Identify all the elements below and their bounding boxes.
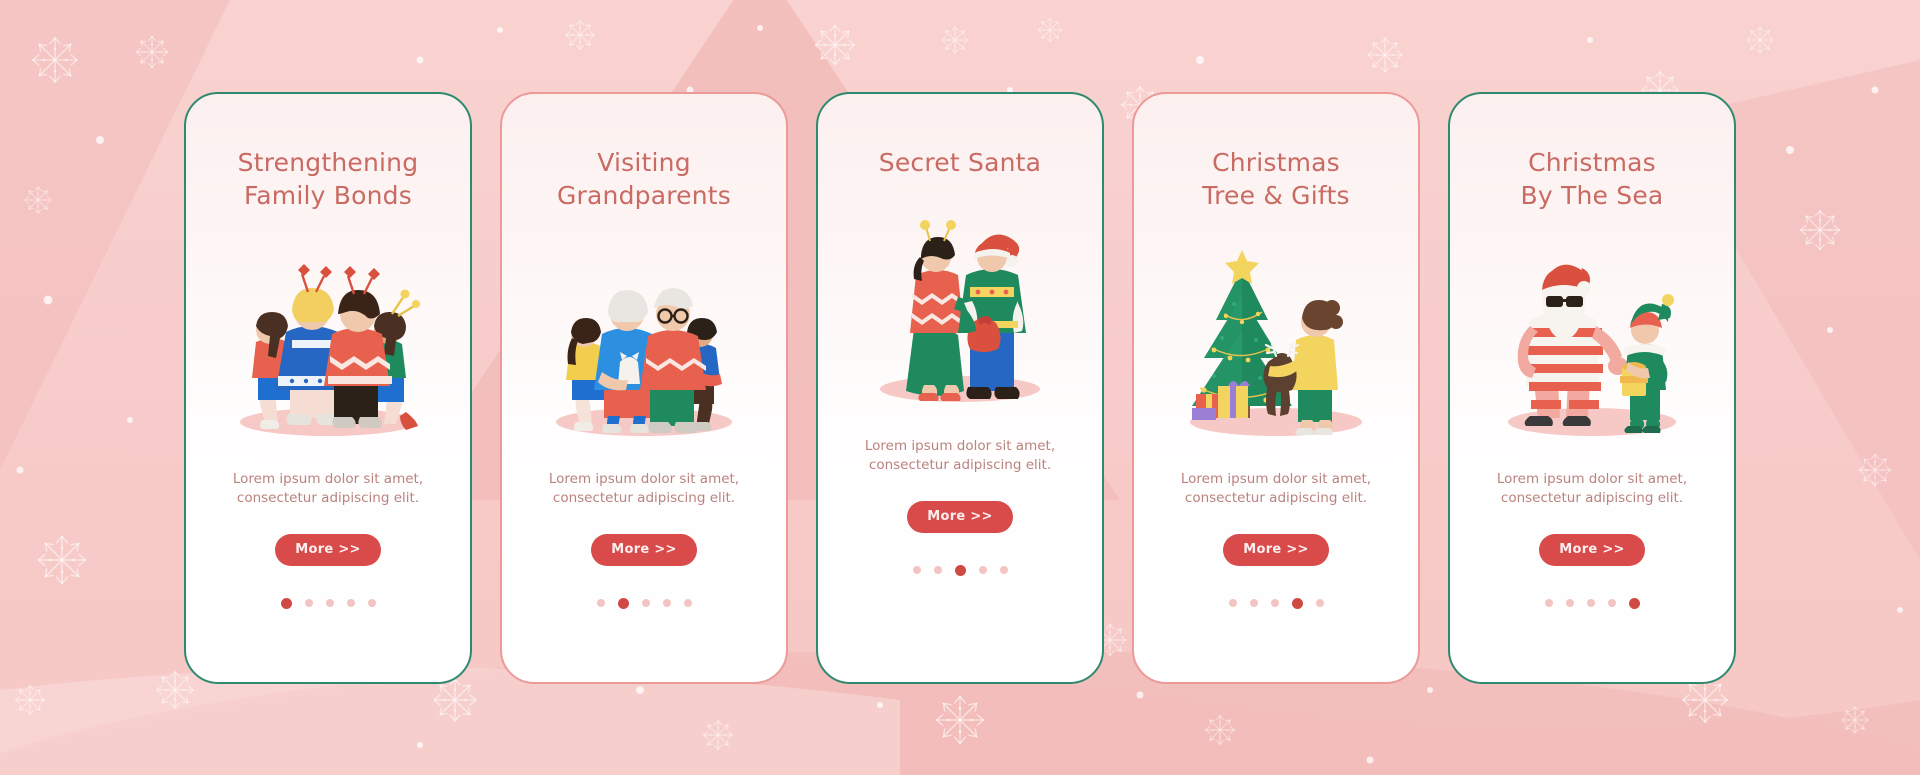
christmas-tree-gifts-illustration	[1142, 226, 1410, 444]
pagination-dot[interactable]	[1586, 599, 1595, 607]
pagination-dot[interactable]	[1249, 599, 1258, 607]
onboarding-card-christmas-by-the-sea[interactable]: Christmas By The Sea Lorem ipsum dolor s…	[1448, 91, 1736, 684]
onboarding-card-visiting-grandparents[interactable]: Visiting Grandparents Lorem ipsum dolor …	[500, 91, 788, 684]
pagination-dot[interactable]	[954, 564, 966, 576]
card-title-line-1: Strengthening	[237, 147, 419, 177]
card-description-line-2: consectetur adipiscing elit.	[236, 489, 420, 506]
card-description: Lorem ipsum dolor sit amet, consectetur …	[840, 437, 1080, 475]
pagination-dot[interactable]	[978, 566, 987, 574]
card-title-line-2: Tree & Gifts	[1202, 180, 1350, 210]
grandparents-hug-illustration	[510, 226, 778, 444]
onboarding-card-list: Strengthening Family Bonds Lorem ipsum d…	[0, 0, 1920, 775]
card-description-line-1: Lorem ipsum dolor sit amet,	[232, 470, 424, 487]
pagination-dot[interactable]	[999, 566, 1008, 574]
pagination-dot[interactable]	[1270, 599, 1279, 607]
card-title: Visiting Grandparents	[519, 146, 769, 212]
pagination-dot[interactable]	[912, 566, 921, 574]
pagination-dot[interactable]	[1544, 599, 1553, 607]
card-description-line-2: consectetur adipiscing elit.	[1500, 489, 1684, 506]
pagination-dot[interactable]	[1628, 597, 1640, 609]
more-button[interactable]: More >>	[1539, 533, 1645, 566]
pagination-dot[interactable]	[280, 597, 292, 609]
pagination-dot[interactable]	[304, 599, 313, 607]
card-title-line-1: Secret Santa	[878, 147, 1042, 177]
pagination-dot[interactable]	[346, 599, 355, 607]
card-description: Lorem ipsum dolor sit amet, consectetur …	[524, 470, 764, 508]
pagination-dots[interactable]	[912, 564, 1008, 576]
pagination-dot[interactable]	[662, 599, 671, 607]
card-title-line-1: Christmas	[1212, 147, 1340, 177]
card-title-line-2: Family Bonds	[244, 180, 412, 210]
onboarding-card-strengthening-family-bonds[interactable]: Strengthening Family Bonds Lorem ipsum d…	[184, 91, 472, 684]
card-title: Secret Santa	[835, 146, 1085, 179]
card-title-line-1: Christmas	[1528, 147, 1656, 177]
pagination-dots[interactable]	[280, 597, 376, 609]
onboarding-screens-stage: Strengthening Family Bonds Lorem ipsum d…	[0, 0, 1920, 775]
pagination-dot[interactable]	[1228, 599, 1237, 607]
more-button[interactable]: More >>	[275, 533, 381, 566]
card-title: Strengthening Family Bonds	[203, 146, 453, 212]
beach-santa-elf-illustration	[1458, 226, 1726, 444]
pagination-dot[interactable]	[1565, 599, 1574, 607]
onboarding-card-secret-santa[interactable]: Secret Santa Lorem ipsum dolor sit amet,…	[816, 91, 1104, 684]
pagination-dot[interactable]	[1315, 599, 1324, 607]
pagination-dots[interactable]	[1228, 597, 1324, 609]
pagination-dot[interactable]	[617, 597, 629, 609]
pagination-dot[interactable]	[641, 599, 650, 607]
pagination-dots[interactable]	[596, 597, 692, 609]
pagination-dot[interactable]	[367, 599, 376, 607]
card-description: Lorem ipsum dolor sit amet, consectetur …	[1472, 470, 1712, 508]
pagination-dot[interactable]	[1607, 599, 1616, 607]
pagination-dots[interactable]	[1544, 597, 1640, 609]
card-description-line-2: consectetur adipiscing elit.	[1184, 489, 1368, 506]
card-description-line-1: Lorem ipsum dolor sit amet,	[1496, 470, 1688, 487]
card-description: Lorem ipsum dolor sit amet, consectetur …	[208, 470, 448, 508]
card-title-line-1: Visiting	[597, 147, 691, 177]
pagination-dot[interactable]	[596, 599, 605, 607]
card-description-line-1: Lorem ipsum dolor sit amet,	[1180, 470, 1372, 487]
more-button[interactable]: More >>	[907, 500, 1013, 533]
card-description: Lorem ipsum dolor sit amet, consectetur …	[1156, 470, 1396, 508]
card-title: Christmas Tree & Gifts	[1151, 146, 1401, 212]
card-description-line-2: consectetur adipiscing elit.	[868, 456, 1052, 473]
pagination-dot[interactable]	[1291, 597, 1303, 609]
card-title-line-2: Grandparents	[556, 180, 732, 210]
family-hug-illustration	[194, 226, 462, 444]
pagination-dot[interactable]	[325, 599, 334, 607]
more-button[interactable]: More >>	[591, 533, 697, 566]
pagination-dot[interactable]	[683, 599, 692, 607]
card-description-line-2: consectetur adipiscing elit.	[552, 489, 736, 506]
card-description-line-1: Lorem ipsum dolor sit amet,	[548, 470, 740, 487]
secret-santa-gift-exchange-illustration	[826, 193, 1094, 411]
card-title-line-2: By The Sea	[1520, 180, 1664, 210]
card-description-line-1: Lorem ipsum dolor sit amet,	[864, 437, 1056, 454]
card-title: Christmas By The Sea	[1467, 146, 1717, 212]
onboarding-card-christmas-tree-and-gifts[interactable]: Christmas Tree & Gifts Lorem ipsum dolor…	[1132, 91, 1420, 684]
pagination-dot[interactable]	[933, 566, 942, 574]
more-button[interactable]: More >>	[1223, 533, 1329, 566]
